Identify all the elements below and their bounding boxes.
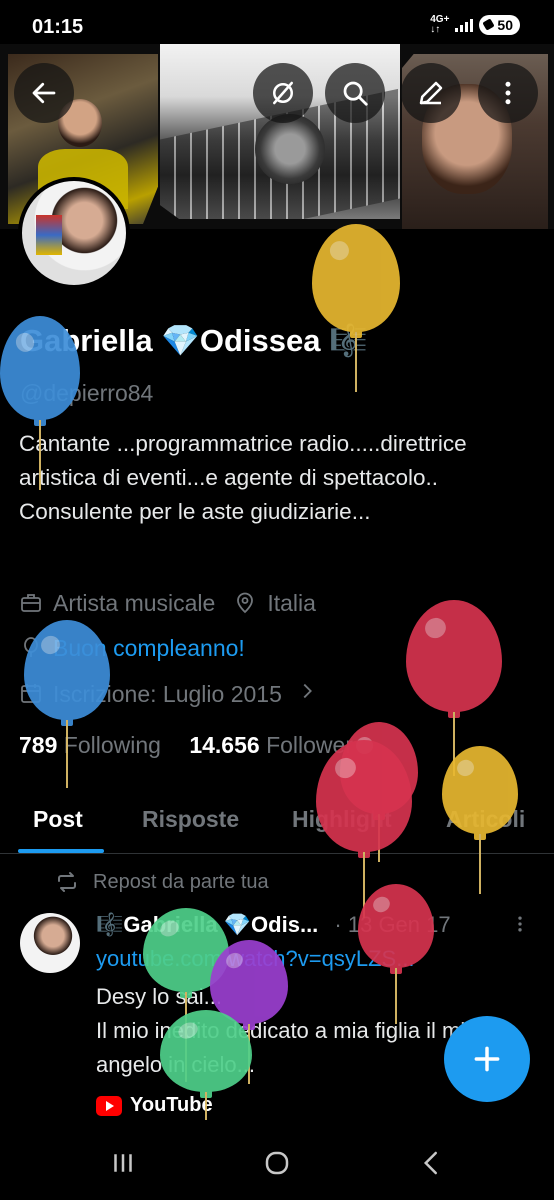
search-icon <box>343 81 368 106</box>
followers-label[interactable]: Follower <box>266 732 353 758</box>
link-card-source[interactable]: YouTube <box>96 1094 213 1117</box>
edit-icon <box>419 81 443 105</box>
tab-post[interactable]: Post <box>33 806 83 833</box>
followers-count[interactable]: 14.656 <box>189 732 259 758</box>
profile-handle: @depierro84 <box>20 380 154 406</box>
recent-apps-icon <box>114 1154 132 1172</box>
profile-bio: Cantante ...programmatrice radio.....dir… <box>19 431 467 524</box>
joined-row[interactable]: Iscrizione: Luglio 2015 <box>19 680 318 708</box>
post-date: · 13 Gen 17 <box>334 912 451 937</box>
battery-indicator: 50 <box>479 15 520 35</box>
tab-risposte[interactable]: Risposte <box>142 806 239 833</box>
battery-level: 50 <box>497 17 513 33</box>
back-button[interactable] <box>14 63 74 123</box>
post-link[interactable]: youtube.com/watch?v=qsyLZS... <box>96 946 415 972</box>
profile-category: Artista musicale <box>53 590 216 616</box>
data-arrows-icon: ↓↑ <box>430 24 441 35</box>
system-navigation-bar <box>0 1126 554 1200</box>
recent-apps-button[interactable] <box>103 1146 143 1180</box>
post-author-name[interactable]: 🎼Gabriella 💎Odis... <box>96 912 318 937</box>
balloon-red <box>406 600 502 776</box>
post-header: 🎼Gabriella 💎Odis... · 13 Gen 17 <box>96 912 536 938</box>
compose-button[interactable] <box>444 1016 530 1102</box>
profile-meta-row: Artista musicale Italia <box>19 590 316 617</box>
active-tab-indicator <box>18 849 104 853</box>
balloon-icon <box>19 636 45 662</box>
repost-icon <box>58 872 76 892</box>
birthday-row: Buon compleanno! <box>19 635 245 662</box>
grok-icon <box>273 81 293 105</box>
birthday-text[interactable]: Buon compleanno! <box>53 635 245 662</box>
status-time: 01:15 <box>32 16 84 38</box>
youtube-icon <box>96 1095 122 1116</box>
more-options-button[interactable] <box>478 63 538 123</box>
search-button[interactable] <box>325 63 385 123</box>
briefcase-icon <box>19 591 45 617</box>
profile-location: Italia <box>267 590 316 616</box>
post-more-button[interactable] <box>510 914 530 940</box>
profile-name: Gabriella 💎Odissea 🎼 <box>20 323 368 358</box>
chevron-right-icon <box>296 680 318 708</box>
home-button[interactable] <box>257 1146 297 1180</box>
following-count[interactable]: 789 <box>19 732 57 758</box>
location-pin-icon <box>233 591 259 617</box>
joined-date: Iscrizione: Luglio 2015 <box>53 680 282 707</box>
repost-label: Repost da parte tua <box>93 870 269 893</box>
grok-button[interactable] <box>253 63 313 123</box>
tab-highlight[interactable]: Highlight <box>292 806 392 833</box>
post-author-avatar[interactable] <box>20 913 80 973</box>
status-indicators: 4G+ ↓↑ 50 <box>430 15 520 35</box>
back-chevron-icon <box>423 1151 437 1175</box>
home-icon <box>265 1151 289 1175</box>
repost-indicator: Repost da parte tua <box>55 870 269 894</box>
follow-stats: 789 Following 14.656 Follower <box>19 732 375 759</box>
more-vertical-icon <box>505 81 511 105</box>
edit-button[interactable] <box>401 63 461 123</box>
profile-tabs: Post Risposte Highlight Articoli <box>0 800 554 854</box>
profile-avatar[interactable] <box>18 177 130 289</box>
network-indicator: 4G+ ↓↑ <box>430 15 449 35</box>
signal-icon <box>455 18 474 32</box>
balloon-yellow <box>312 224 400 392</box>
following-label[interactable]: Following <box>64 732 161 758</box>
more-vertical-icon <box>518 916 522 932</box>
tab-articoli[interactable]: Articoli <box>446 806 525 833</box>
plus-icon <box>474 1046 500 1072</box>
back-nav-button[interactable] <box>412 1146 452 1180</box>
calendar-icon <box>19 681 45 707</box>
card-source-label: YouTube <box>130 1094 213 1116</box>
back-arrow-icon <box>32 82 56 104</box>
